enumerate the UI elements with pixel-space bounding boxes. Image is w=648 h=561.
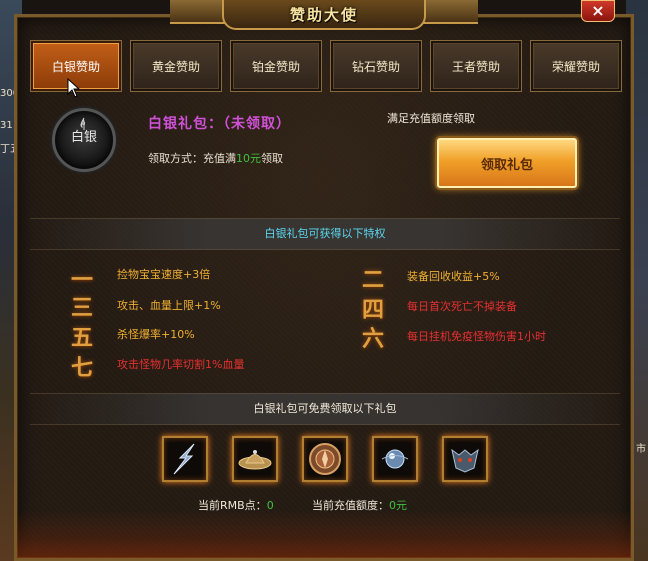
reward-slot[interactable] — [232, 436, 278, 482]
privilege-item: 每日挂机免疫怪物伤害1小时 — [407, 330, 546, 343]
numeral-seven: 七 — [70, 355, 93, 381]
reward-slot[interactable] — [442, 436, 488, 482]
privilege-item: 杀怪爆率+10% — [117, 328, 195, 341]
background-text: 市 — [636, 444, 646, 455]
demon-mask-icon — [451, 448, 479, 473]
claim-method-suffix: 领取 — [261, 152, 283, 165]
numeral-two: 二 — [361, 267, 384, 293]
close-button[interactable]: × — [581, 0, 615, 22]
numeral-six: 六 — [361, 326, 384, 352]
privilege-item: 攻击怪物几率切割1%血量 — [117, 358, 245, 371]
rewards-header: 白银礼包可免费领取以下礼包 — [30, 393, 620, 425]
claim-method-prefix: 领取方式：充值满 — [148, 152, 236, 165]
window-title: 赞助大使 — [289, 6, 358, 24]
tab-king[interactable]: 王者赞助 — [430, 40, 522, 92]
numeral-five: 五 — [70, 325, 93, 351]
reward-slot[interactable] — [372, 436, 418, 482]
glowing-orb-icon — [381, 449, 409, 469]
tab-diamond[interactable]: 钻石赞助 — [330, 40, 422, 92]
mouse-cursor-icon — [67, 78, 81, 98]
tab-gold[interactable]: 黄金赞助 — [130, 40, 222, 92]
straw-hat-icon — [238, 450, 272, 470]
claim-condition: 满足充值额度领取 — [387, 112, 475, 125]
privileges-header: 白银礼包可获得以下特权 — [30, 218, 620, 250]
claim-gift-button[interactable]: 领取礼包 — [437, 138, 577, 188]
reward-slot[interactable] — [302, 436, 348, 482]
reward-slot[interactable] — [162, 436, 208, 482]
badge-label: 白银 — [70, 130, 97, 145]
privilege-item: 每日首次死亡不掉装备 — [407, 300, 517, 313]
background-text: 31 — [0, 120, 13, 131]
flame-emblem-icon — [80, 117, 86, 130]
numeral-four: 四 — [361, 297, 384, 323]
medal-coin-icon — [309, 443, 341, 475]
flame-decoration — [17, 510, 631, 558]
claim-amount: 10元 — [236, 152, 261, 165]
gift-title: 白银礼包：（未领取） — [148, 116, 291, 132]
privilege-item: 捡物宝宝速度+3倍 — [117, 268, 211, 281]
numeral-three: 三 — [70, 295, 93, 321]
tab-glory[interactable]: 荣耀赞助 — [530, 40, 622, 92]
privilege-item: 装备回收收益+5% — [407, 270, 500, 283]
lightning-weapon-icon — [173, 443, 195, 475]
privilege-item: 攻击、血量上限+1% — [117, 299, 221, 312]
tab-platinum[interactable]: 铂金赞助 — [230, 40, 322, 92]
claim-method: 领取方式：充值满10元领取 — [148, 150, 283, 166]
